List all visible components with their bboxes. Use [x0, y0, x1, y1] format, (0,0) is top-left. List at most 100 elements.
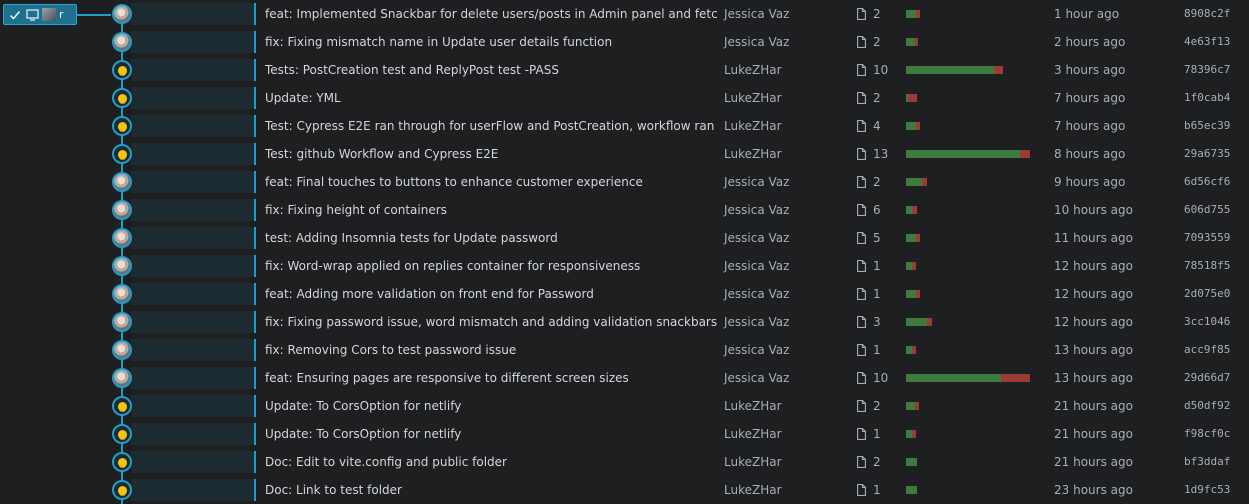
commit-message: Test: github Workflow and Cypress E2E	[265, 147, 499, 161]
commit-row[interactable]: fix: Removing Cors to test password issu…	[0, 336, 1249, 364]
duck-avatar-icon[interactable]	[112, 88, 132, 108]
file-icon	[857, 428, 866, 440]
graph-lane-background	[131, 395, 254, 417]
deletions-bar	[916, 10, 920, 18]
author-avatar[interactable]	[112, 4, 132, 24]
commit-sha[interactable]: 606d755	[1184, 196, 1230, 224]
commit-time: 12 hours ago	[1054, 259, 1133, 273]
commit-row[interactable]: test: Adding Insomnia tests for Update p…	[0, 224, 1249, 252]
commit-sha[interactable]: d50df92	[1184, 392, 1230, 420]
changed-files-count: 5	[873, 231, 881, 245]
changes-bar	[906, 10, 920, 18]
commit-row[interactable]: Update: YML LukeZHar 2 7 hours ago 1f0cab4	[0, 84, 1249, 112]
deletions-bar	[908, 94, 917, 102]
commit-sha[interactable]: 7093559	[1184, 224, 1230, 252]
commit-row[interactable]: feat: Implemented Snackbar for delete us…	[0, 0, 1249, 28]
commit-sha[interactable]: bf3ddaf	[1184, 448, 1230, 476]
graph-lane-edge	[254, 115, 256, 137]
commit-author: LukeZHar	[724, 91, 782, 105]
commit-sha[interactable]: f98cf0c	[1184, 420, 1230, 448]
graph-lane-background	[131, 311, 254, 333]
additions-bar	[906, 178, 922, 186]
graph-lane-background	[131, 143, 254, 165]
graph-lane-edge	[254, 283, 256, 305]
duck-avatar-icon[interactable]	[112, 424, 132, 444]
commit-row[interactable]: fix: Word-wrap applied on replies contai…	[0, 252, 1249, 280]
additions-bar	[906, 486, 917, 494]
commit-sha[interactable]: 1f0cab4	[1184, 84, 1230, 112]
duck-avatar-icon[interactable]	[112, 480, 132, 500]
graph-lane-edge	[254, 423, 256, 445]
changes-bar	[906, 206, 917, 214]
file-icon	[857, 204, 866, 216]
commit-time: 23 hours ago	[1054, 483, 1133, 497]
changed-files-count: 10	[873, 371, 889, 385]
commit-sha[interactable]: 8908c2f	[1184, 0, 1230, 28]
commit-sha[interactable]: 6d56cf6	[1184, 168, 1230, 196]
changes-bar	[906, 346, 916, 354]
commit-time: 3 hours ago	[1054, 63, 1126, 77]
commit-author: LukeZHar	[724, 455, 782, 469]
file-icon	[857, 344, 866, 356]
commit-row[interactable]: Update: To CorsOption for netlify LukeZHa…	[0, 392, 1249, 420]
commit-row[interactable]: fix: Fixing mismatch name in Update user…	[0, 28, 1249, 56]
additions-bar	[906, 122, 916, 130]
author-avatar[interactable]	[112, 256, 132, 276]
author-avatar[interactable]	[112, 312, 132, 332]
author-avatar[interactable]	[112, 284, 132, 304]
commit-row[interactable]: Doc: Link to test folder LukeZHar 1 23 hour…	[0, 476, 1249, 504]
graph-lane-background	[131, 255, 254, 277]
commit-sha[interactable]: 29a6735	[1184, 140, 1230, 168]
commit-sha[interactable]: 3cc1046	[1184, 308, 1230, 336]
duck-avatar-icon[interactable]	[112, 60, 132, 80]
changes-bar	[906, 458, 917, 466]
changed-files-count: 13	[873, 147, 889, 161]
commit-sha[interactable]: b65ec39	[1184, 112, 1230, 140]
commit-sha[interactable]: 29d66d7	[1184, 364, 1230, 392]
commit-row[interactable]: Tests: PostCreation test and ReplyPost t…	[0, 56, 1249, 84]
changed-files-count: 1	[873, 483, 881, 497]
author-avatar[interactable]	[112, 32, 132, 52]
deletions-bar	[922, 178, 927, 186]
commit-author: Jessica Vaz	[724, 35, 790, 49]
commit-row[interactable]: feat: Final touches to buttons to enhanc…	[0, 168, 1249, 196]
commit-author: Jessica Vaz	[724, 259, 790, 273]
commit-row[interactable]: Doc: Edit to vite.config and public fold…	[0, 448, 1249, 476]
author-avatar[interactable]	[112, 340, 132, 360]
commit-row[interactable]: feat: Ensuring pages are responsive to d…	[0, 364, 1249, 392]
duck-avatar-icon[interactable]	[112, 452, 132, 472]
commit-row[interactable]: fix: Fixing height of containers Jessica …	[0, 196, 1249, 224]
commit-sha[interactable]: 4e63f13	[1184, 28, 1230, 56]
commit-row[interactable]: fix: Fixing password issue, word mismatc…	[0, 308, 1249, 336]
author-avatar[interactable]	[112, 200, 132, 220]
graph-lane-background	[131, 283, 254, 305]
graph-lane-background	[131, 423, 254, 445]
commit-row[interactable]: Test: github Workflow and Cypress E2E Luk…	[0, 140, 1249, 168]
duck-avatar-icon[interactable]	[112, 116, 132, 136]
duck-avatar-icon[interactable]	[112, 144, 132, 164]
changed-files-count: 2	[873, 35, 881, 49]
commit-message: Tests: PostCreation test and ReplyPost t…	[265, 63, 559, 77]
author-avatar[interactable]	[112, 368, 132, 388]
changed-files-count: 1	[873, 287, 881, 301]
commit-sha[interactable]: acc9f85	[1184, 336, 1230, 364]
commit-sha[interactable]: 2d075e0	[1184, 280, 1230, 308]
duck-avatar-icon[interactable]	[112, 396, 132, 416]
commit-time: 13 hours ago	[1054, 371, 1133, 385]
commit-row[interactable]: Update: To CorsOption for netlify LukeZHa…	[0, 420, 1249, 448]
changed-files-count: 2	[873, 399, 881, 413]
commit-message: Doc: Edit to vite.config and public fold…	[265, 455, 507, 469]
commit-sha[interactable]: 78396c7	[1184, 56, 1230, 84]
additions-bar	[906, 374, 1001, 382]
commit-sha[interactable]: 1d9fc53	[1184, 476, 1230, 504]
commit-time: 12 hours ago	[1054, 287, 1133, 301]
commit-row[interactable]: feat: Adding more validation on front en…	[0, 280, 1249, 308]
duck-icon	[117, 485, 127, 495]
commit-message: fix: Fixing height of containers	[265, 203, 447, 217]
graph-lane-edge	[254, 143, 256, 165]
commit-sha[interactable]: 78518f5	[1184, 252, 1230, 280]
author-avatar[interactable]	[112, 228, 132, 248]
commit-row[interactable]: Test: Cypress E2E ran through for userFl…	[0, 112, 1249, 140]
graph-lane-edge	[254, 199, 256, 221]
author-avatar[interactable]	[112, 172, 132, 192]
